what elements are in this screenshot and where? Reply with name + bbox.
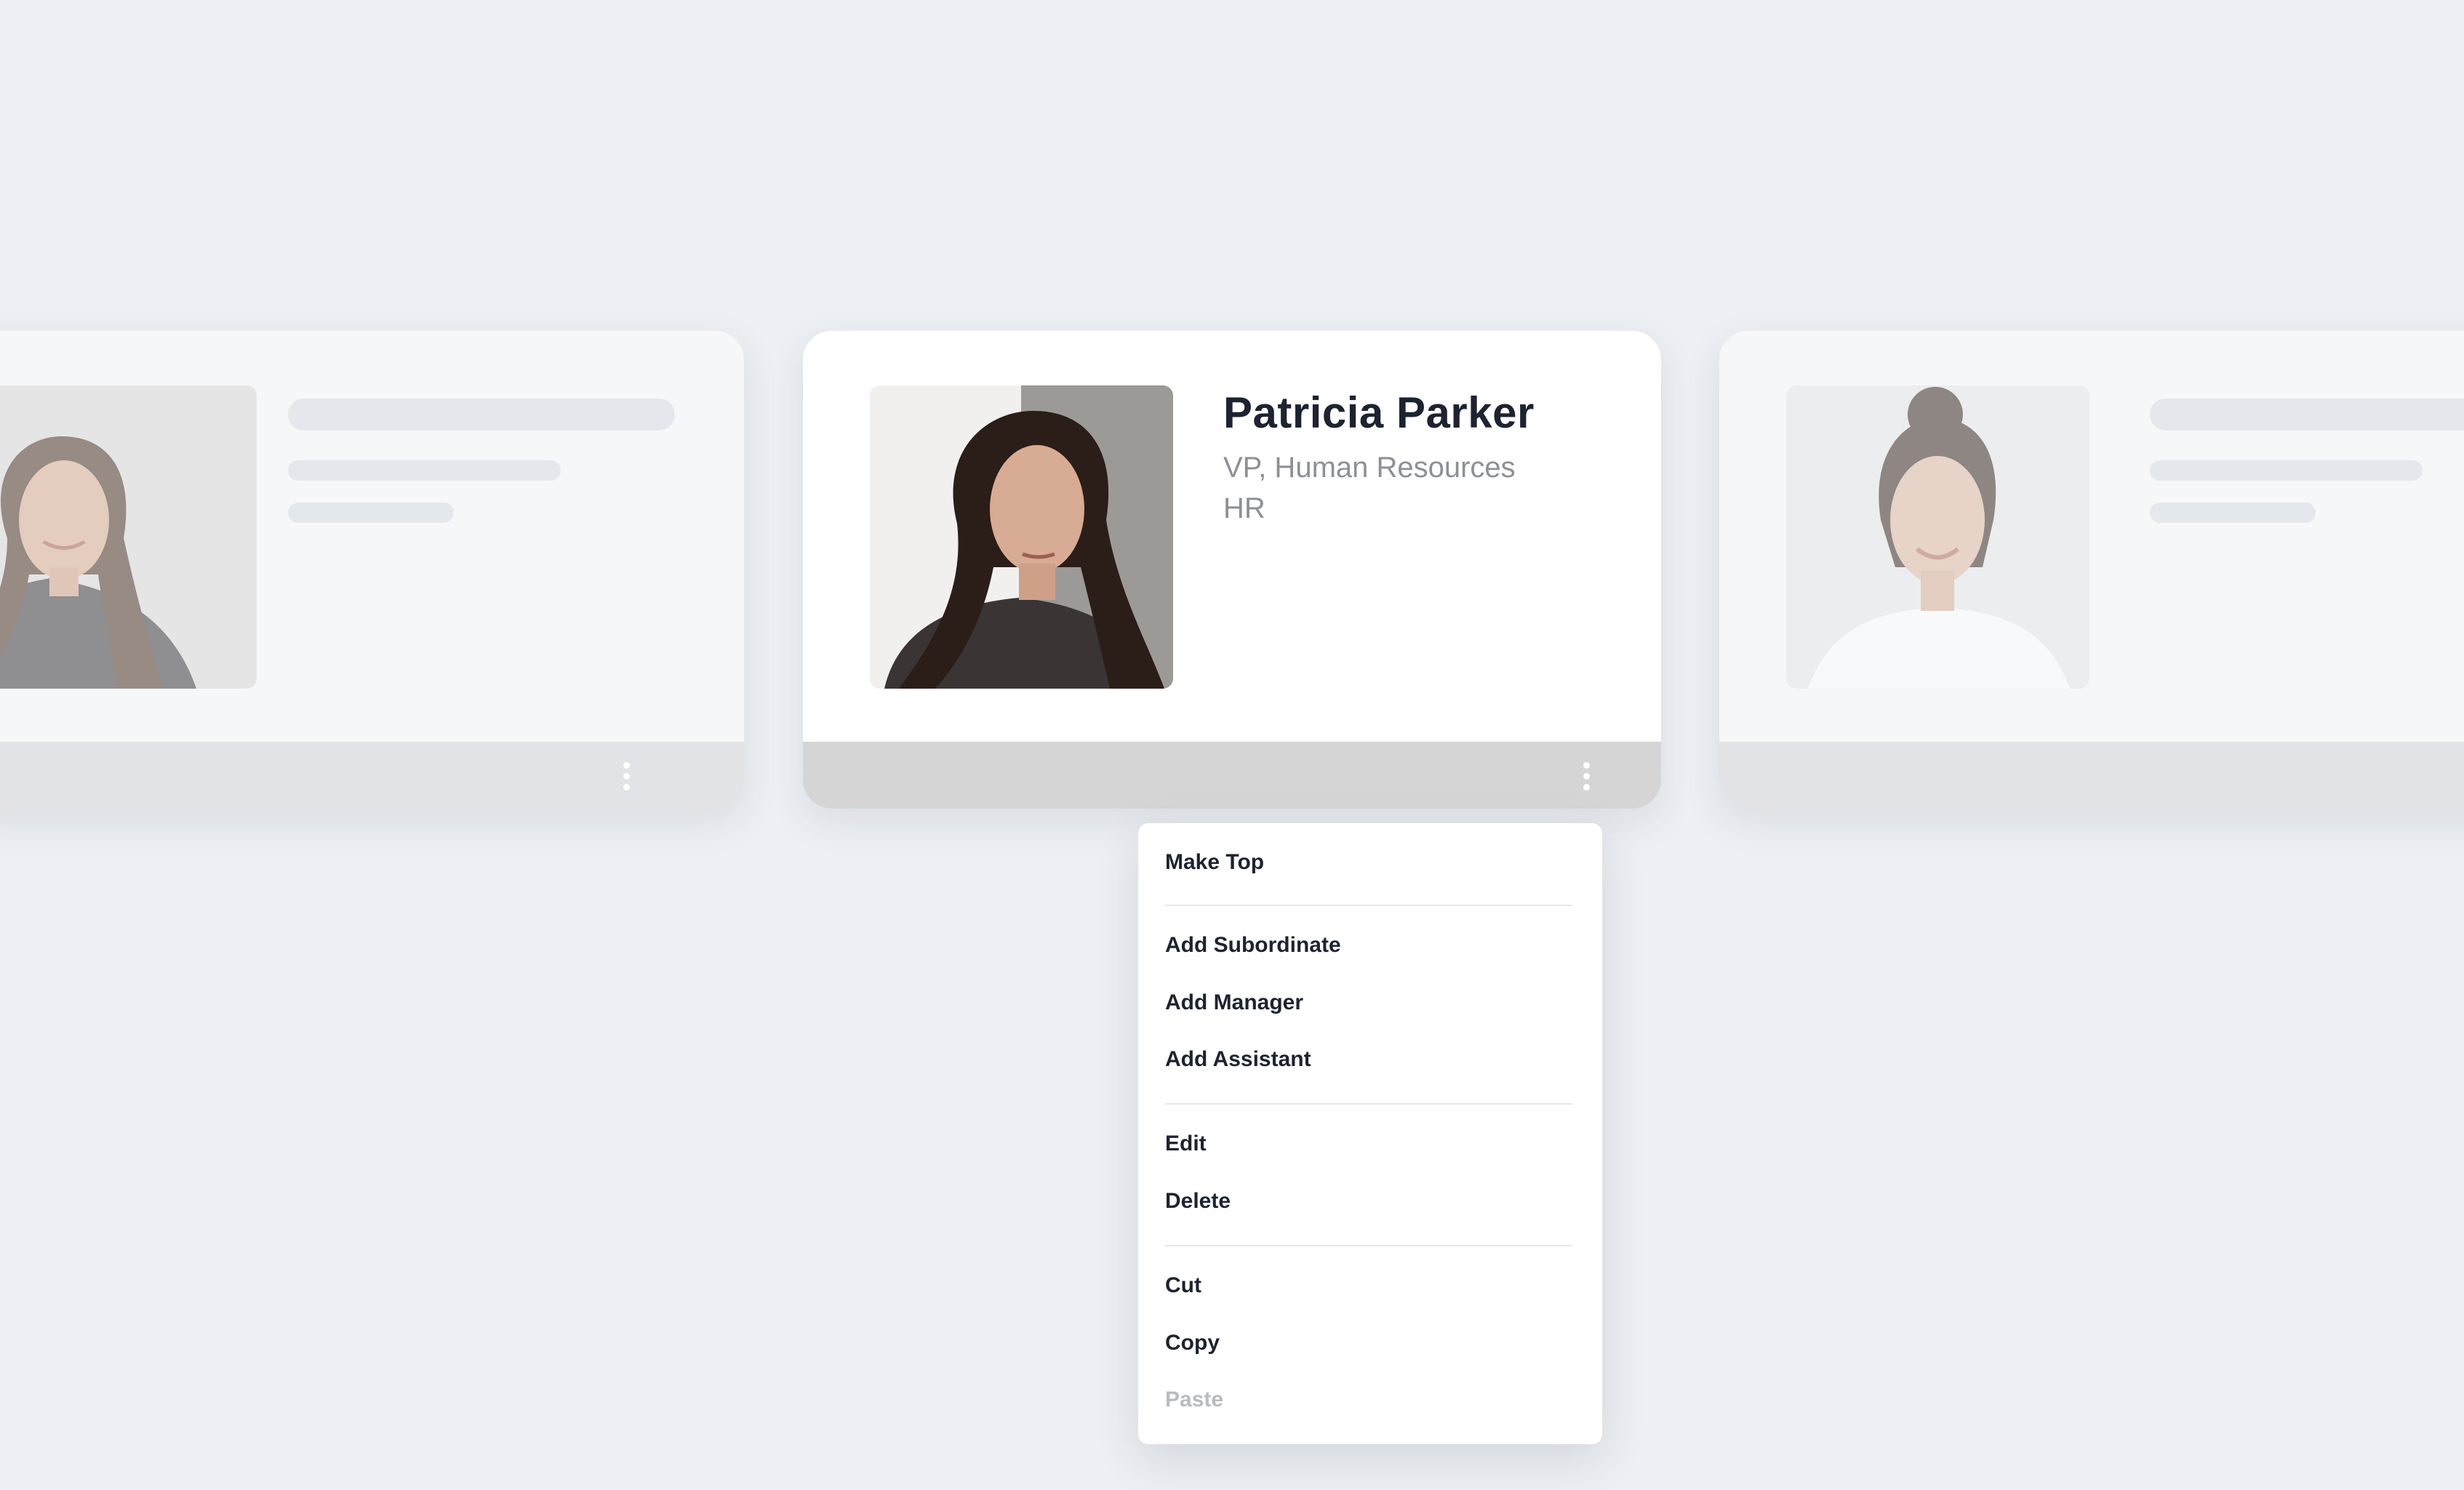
menu-item-cut[interactable]: Cut bbox=[1165, 1273, 1201, 1299]
org-card-body: Patricia Parker VP, Human Resources HR bbox=[803, 331, 1661, 742]
org-chart-canvas[interactable]: Patricia Parker VP, Human Resources HR M… bbox=[0, 0, 2464, 1490]
employee-department: HR bbox=[1223, 492, 1265, 524]
skeleton-department bbox=[2150, 502, 2316, 523]
employee-photo-image bbox=[1786, 385, 2089, 689]
employee-photo-image bbox=[870, 385, 1173, 689]
org-card-left[interactable] bbox=[0, 331, 744, 809]
menu-divider bbox=[1165, 1103, 1572, 1105]
skeleton-title bbox=[2150, 460, 2423, 481]
org-card-body bbox=[0, 331, 744, 742]
skeleton-title bbox=[288, 460, 561, 481]
skeleton-department bbox=[288, 502, 454, 523]
org-card-footer bbox=[0, 742, 744, 809]
menu-divider bbox=[1165, 1245, 1572, 1246]
more-vertical-icon[interactable] bbox=[612, 746, 641, 804]
menu-item-edit[interactable]: Edit bbox=[1165, 1131, 1207, 1157]
employee-photo bbox=[1786, 385, 2089, 689]
menu-item-add-manager[interactable]: Add Manager bbox=[1165, 990, 1303, 1016]
menu-divider bbox=[1165, 905, 1572, 906]
employee-title: VP, Human Resources bbox=[1223, 452, 1516, 484]
more-vertical-icon[interactable] bbox=[1572, 746, 1601, 804]
org-card-footer bbox=[1719, 742, 2464, 809]
org-card-body bbox=[1719, 331, 2464, 742]
employee-photo-image bbox=[0, 385, 257, 689]
menu-item-add-assistant[interactable]: Add Assistant bbox=[1165, 1046, 1311, 1073]
org-card-footer bbox=[803, 742, 1661, 809]
skeleton-name bbox=[288, 398, 675, 430]
menu-item-delete[interactable]: Delete bbox=[1165, 1188, 1231, 1214]
employee-photo bbox=[0, 385, 257, 689]
org-card-patricia-parker[interactable]: Patricia Parker VP, Human Resources HR bbox=[803, 331, 1661, 809]
skeleton-name bbox=[2150, 398, 2464, 430]
employee-name: Patricia Parker bbox=[1223, 388, 1535, 437]
card-context-menu: Make Top Add Subordinate Add Manager Add… bbox=[1138, 823, 1602, 1444]
menu-item-copy[interactable]: Copy bbox=[1165, 1330, 1220, 1356]
menu-item-paste: Paste bbox=[1165, 1387, 1224, 1411]
menu-item-add-subordinate[interactable]: Add Subordinate bbox=[1165, 932, 1341, 958]
org-card-right[interactable] bbox=[1719, 331, 2464, 809]
menu-item-make-top[interactable]: Make Top bbox=[1165, 849, 1264, 876]
employee-photo bbox=[870, 385, 1173, 689]
